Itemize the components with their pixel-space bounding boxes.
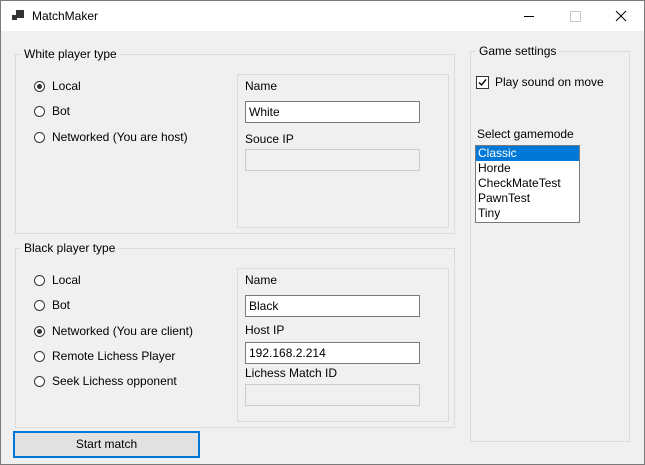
white-radio-local-dot[interactable] [34, 80, 45, 92]
gamemode-item-pawntest[interactable]: PawnTest [476, 191, 579, 206]
white-radio-networked[interactable]: Networked (You are host) [34, 129, 188, 145]
black-name-label: Name [245, 273, 278, 287]
black-match-id-label: Lichess Match ID [245, 366, 338, 380]
start-match-button[interactable]: Start match [13, 431, 200, 458]
gamemode-item-classic[interactable]: Classic [476, 146, 579, 161]
gamemode-item-horde[interactable]: Horde [476, 161, 579, 176]
black-radio-networked[interactable]: Networked (You are client) [34, 323, 193, 339]
black-radio-seek-lichess-dot[interactable] [34, 375, 45, 387]
black-radio-bot-dot[interactable] [34, 299, 45, 311]
close-button[interactable] [598, 1, 644, 31]
black-player-group-label: Black player type [21, 241, 119, 255]
app-icon [12, 10, 24, 20]
black-radio-remote-lichess-dot[interactable] [34, 350, 45, 362]
title-bar[interactable]: MatchMaker [1, 1, 644, 31]
black-radio-bot[interactable]: Bot [34, 297, 70, 313]
white-ip-input[interactable] [245, 149, 420, 171]
game-settings-group-label: Game settings [476, 44, 560, 58]
play-sound-label: Play sound on move [495, 75, 604, 89]
white-radio-local[interactable]: Local [34, 78, 81, 94]
black-match-id-input[interactable] [245, 384, 420, 406]
white-ip-label: Souce IP [245, 132, 294, 146]
black-ip-label: Host IP [245, 323, 285, 337]
matchmaker-window: MatchMaker White player type Local Bot N… [0, 0, 645, 465]
window-title: MatchMaker [32, 9, 99, 23]
minimize-button[interactable] [506, 1, 552, 31]
black-radio-remote-lichess[interactable]: Remote Lichess Player [34, 348, 175, 364]
black-radio-networked-dot[interactable] [34, 325, 45, 337]
black-radio-local[interactable]: Local [34, 272, 81, 288]
white-player-group-label: White player type [21, 47, 120, 61]
gamemode-label: Select gamemode [477, 127, 574, 141]
gamemode-item-tiny[interactable]: Tiny [476, 206, 579, 221]
close-icon [615, 10, 627, 22]
maximize-button[interactable] [552, 1, 598, 31]
white-name-input[interactable] [245, 101, 420, 123]
play-sound-checkbox[interactable] [476, 75, 489, 89]
checkmark-icon [478, 78, 487, 86]
black-name-input[interactable] [245, 295, 420, 317]
white-radio-bot[interactable]: Bot [34, 103, 70, 119]
black-radio-local-dot[interactable] [34, 274, 45, 286]
game-settings-group [470, 51, 630, 442]
gamemode-listbox[interactable]: Classic Horde CheckMateTest PawnTest Tin… [475, 145, 580, 223]
black-ip-input[interactable] [245, 342, 420, 364]
white-radio-networked-dot[interactable] [34, 131, 45, 143]
play-sound-row[interactable]: Play sound on move [476, 75, 604, 89]
maximize-icon [570, 11, 581, 22]
black-radio-seek-lichess[interactable]: Seek Lichess opponent [34, 373, 177, 389]
white-name-label: Name [245, 79, 278, 93]
minimize-icon [524, 16, 534, 17]
gamemode-item-checkmatetest[interactable]: CheckMateTest [476, 176, 579, 191]
white-radio-bot-dot[interactable] [34, 105, 45, 117]
